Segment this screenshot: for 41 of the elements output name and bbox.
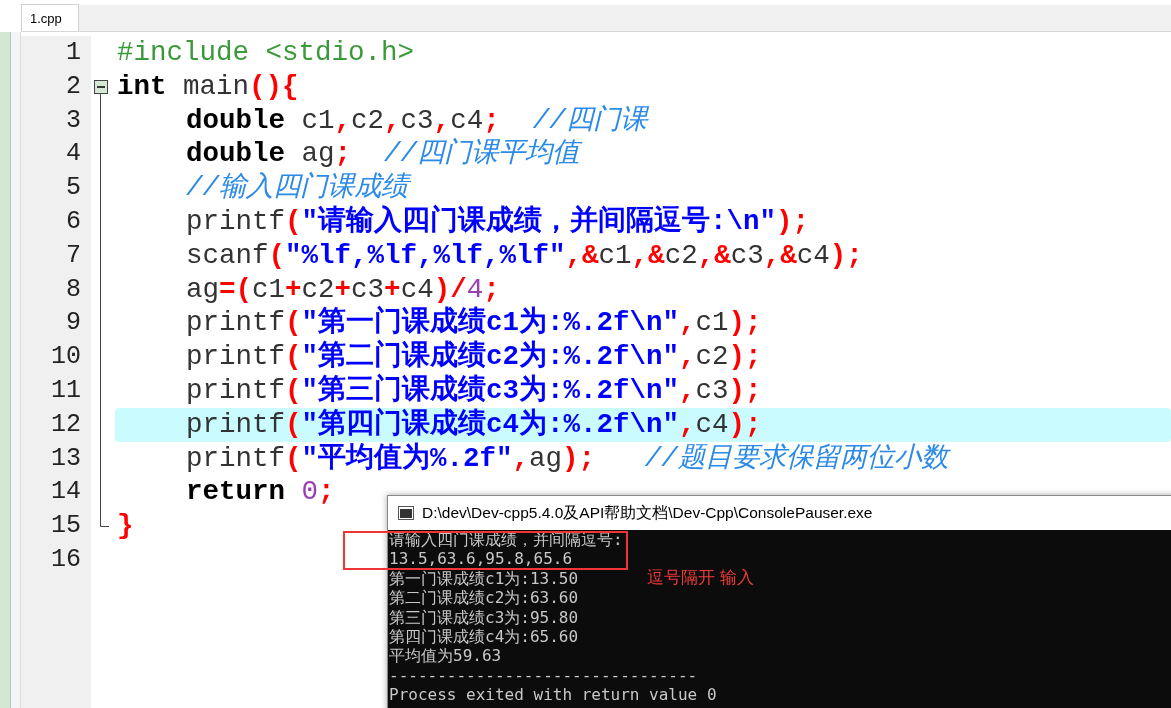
line-number: 7 <box>65 239 82 272</box>
console-line: 第三门课成绩c3为:95.80 <box>389 607 579 627</box>
console-line: 13.5,63.6,95.8,65.6 <box>389 549 573 569</box>
fold-collapse-icon[interactable] <box>94 79 108 94</box>
code-line: ag=(c1+c2+c3+c4)/4; <box>185 272 500 305</box>
line-number: 13 <box>50 442 82 475</box>
file-tab[interactable]: 1.cpp <box>21 4 79 31</box>
line-number: 14 <box>50 476 82 509</box>
line-number: 15 <box>50 510 82 543</box>
line-number: 2 <box>65 70 82 103</box>
console-app-icon <box>398 506 414 520</box>
code-line: int main(){ <box>117 69 299 104</box>
code-line: } <box>117 509 134 543</box>
line-number: 4 <box>65 138 82 171</box>
console-line: 第一门课成绩c1为:13.50 <box>389 568 579 589</box>
code-line: double c1,c2,c3,c4; //四门课 <box>185 103 647 138</box>
console-line: 第四门课成绩c4为:65.60 <box>389 626 579 647</box>
code-line: printf("第二门课成绩c2为:%.2f\n",c2); <box>185 340 762 373</box>
code-line: #include <stdio.h> <box>117 36 415 70</box>
console-line: Process exited with return value 0 <box>389 685 717 705</box>
line-number: 1 <box>65 37 82 69</box>
code-line: printf("第四门课成绩c4为:%.2f\n",c4); <box>185 407 762 442</box>
line-number: 5 <box>65 172 82 205</box>
line-number: 10 <box>50 341 82 374</box>
code-line: printf("第三门课成绩c3为:%.2f\n",c3); <box>185 373 762 407</box>
window-title: D:\dev\Dev-cpp5.4.0及API帮助文档\Dev-Cpp\ConsolePauser.exe <box>422 502 873 523</box>
console-line: -------------------------------- <box>389 665 698 686</box>
code-line: printf("请输入四门课成绩，并间隔逗号:\n"); <box>185 205 810 239</box>
line-number: 8 <box>65 273 82 306</box>
code-line: printf("第一门课成绩c1为:%.2f\n",c1); <box>185 306 762 339</box>
code-line: return 0; <box>185 475 335 510</box>
line-number: 12 <box>50 408 82 441</box>
line-number: 9 <box>65 307 82 340</box>
line-number: 6 <box>65 206 82 238</box>
line-number: 3 <box>65 104 82 137</box>
console-line: 平均值为59.63 <box>389 646 502 666</box>
line-number: 11 <box>50 374 82 407</box>
code-line: scanf("%lf,%lf,%lf,%lf",&c1,&c2,&c3,&c4); <box>185 238 863 273</box>
annotation-text: 逗号隔开 输入 <box>647 567 754 589</box>
line-number: 16 <box>50 543 82 576</box>
console-line: 第二门课成绩c2为:63.60 <box>389 588 579 608</box>
